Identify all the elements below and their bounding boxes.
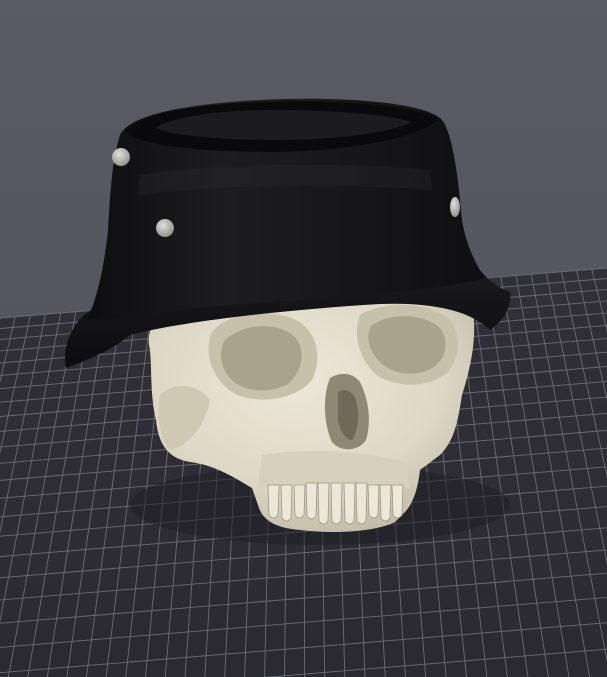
rivet-left-lower <box>156 219 174 237</box>
tooth <box>391 484 404 519</box>
tooth <box>293 484 306 519</box>
rivet-right <box>450 197 460 217</box>
tooth <box>267 484 280 519</box>
tooth <box>379 484 392 522</box>
tooth <box>367 484 380 519</box>
tooth <box>317 482 330 525</box>
scene-canvas[interactable] <box>0 0 607 677</box>
3d-viewport[interactable] <box>0 0 607 677</box>
rivet-left-top <box>112 148 130 166</box>
tooth <box>305 482 318 520</box>
tooth <box>330 482 343 525</box>
tooth <box>280 484 293 522</box>
tooth <box>343 482 356 525</box>
tooth <box>355 482 368 525</box>
